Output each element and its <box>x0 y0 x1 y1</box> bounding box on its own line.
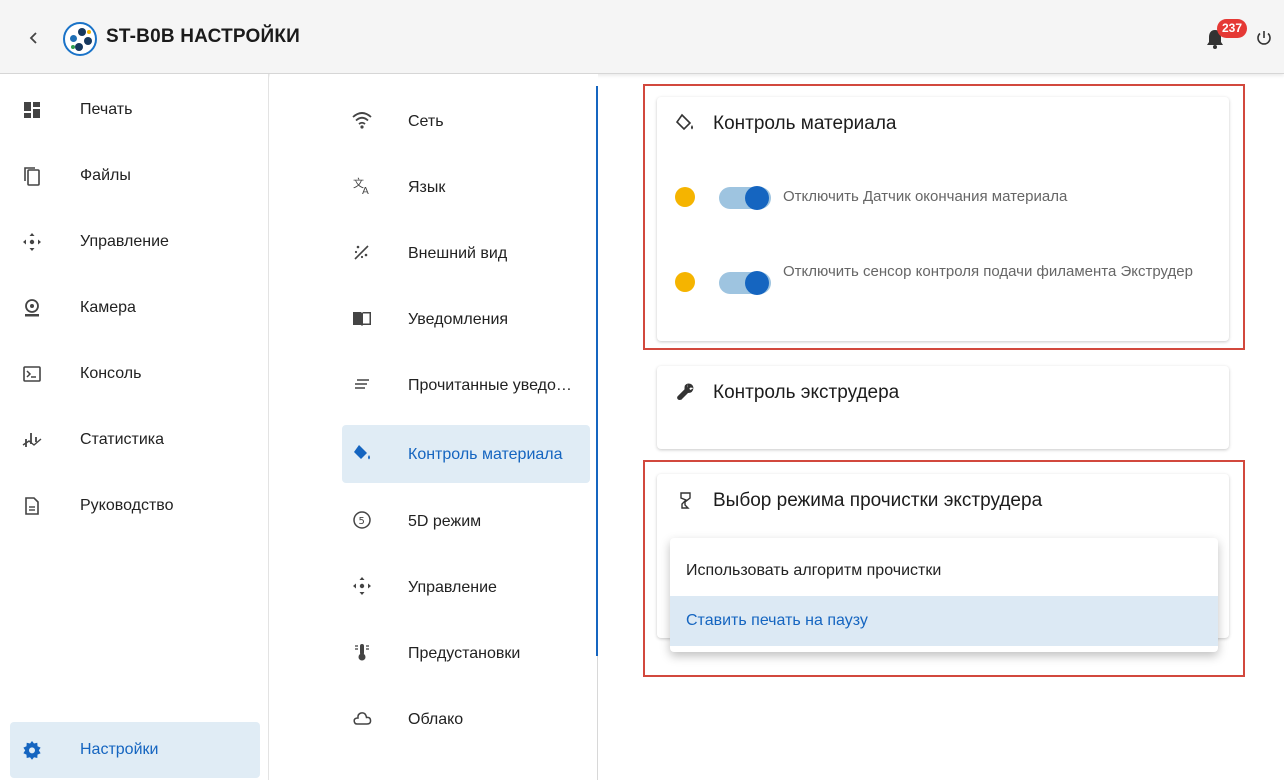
submenu-item-language[interactable]: 文 A Язык <box>342 158 590 216</box>
purge-mode-dropdown: Использовать алгоритм прочистки Ставить … <box>670 538 1218 652</box>
wifi-icon <box>352 112 372 129</box>
power-icon <box>1257 31 1271 45</box>
submenu-scrollbar[interactable] <box>596 86 598 656</box>
card-title: Контроль экструдера <box>713 382 900 403</box>
submenu-label: Прочитанные уведомления <box>408 377 580 394</box>
nav-label: Настройки <box>80 741 159 758</box>
submenu-label: Управление <box>408 579 497 596</box>
move-arrows-icon <box>23 233 41 251</box>
nav-label: Управление <box>80 233 169 250</box>
chevron-left-icon <box>29 32 37 44</box>
submenu-item-cloud[interactable]: Облако <box>342 690 590 748</box>
book-icon <box>353 312 371 326</box>
settings-submenu: Сеть 文 A Язык Внешний вид Уведомления Пр… <box>270 74 598 780</box>
paint-bucket-icon <box>354 445 370 460</box>
nav-item-settings[interactable]: Настройки <box>10 722 260 778</box>
switch-knob[interactable] <box>745 271 769 295</box>
list-icon <box>355 379 369 389</box>
submenu-label: 5D режим <box>408 513 482 530</box>
dashboard-icon <box>24 102 40 118</box>
number-five-icon: 5 <box>353 511 371 529</box>
material-control-card: Контроль материала Отключить Датчик окон… <box>657 97 1229 341</box>
nav-item-guide[interactable]: Руководство <box>10 478 260 534</box>
gear-icon <box>23 741 41 760</box>
submenu-label: Язык <box>408 179 446 196</box>
files-icon <box>24 167 40 186</box>
submenu-label: Сеть <box>408 113 444 130</box>
option-label: Ставить печать на паузу <box>686 612 868 629</box>
submenu-item-material-control[interactable]: Контроль материала <box>342 425 590 483</box>
submenu-label: Уведомления <box>408 311 509 328</box>
submenu-item-control[interactable]: Управление <box>342 558 590 616</box>
nav-label: Консоль <box>80 365 142 382</box>
cloud-icon <box>353 712 372 725</box>
svg-text:5: 5 <box>359 516 365 527</box>
move-arrows-icon <box>353 577 371 595</box>
submenu-item-network[interactable]: Сеть <box>342 92 590 150</box>
app-title: ST-B0B НАСТРОЙКИ <box>106 26 300 47</box>
submenu-item-appearance[interactable]: Внешний вид <box>342 224 590 282</box>
submenu-item-5d-mode[interactable]: 5 5D режим <box>342 492 590 550</box>
card-title: Выбор режима прочистки экструдера <box>713 490 1043 511</box>
status-dot <box>675 272 695 292</box>
nav-item-files[interactable]: Файлы <box>10 148 260 204</box>
submenu-label: Облако <box>408 711 464 728</box>
thermometer-icon <box>355 644 369 661</box>
chart-icon <box>22 433 42 447</box>
nav-label: Руководство <box>80 497 174 514</box>
submenu-label: Внешний вид <box>408 245 508 262</box>
app-header: ST-B0B НАСТРОЙКИ 237 <box>0 0 1284 74</box>
nav-item-statistics[interactable]: Статистика <box>10 412 260 468</box>
submenu-divider <box>597 656 598 780</box>
nav-label: Статистика <box>80 431 165 448</box>
svg-text:A: A <box>362 186 369 196</box>
wrench-icon <box>677 383 694 400</box>
submenu-item-presets[interactable]: Предустановки <box>342 624 590 682</box>
theme-icon <box>354 245 369 260</box>
extruder-control-card: Контроль экструдера <box>657 366 1229 449</box>
status-dot <box>675 187 695 207</box>
card-title: Контроль материала <box>713 113 897 134</box>
power-button[interactable] <box>1255 29 1273 47</box>
submenu-item-notifications[interactable]: Уведомления <box>342 290 590 348</box>
submenu-item-read-notifications[interactable]: Прочитанные уведомления <box>342 356 590 414</box>
document-icon <box>25 497 39 515</box>
nav-item-camera[interactable]: Камера <box>10 280 260 336</box>
nav-item-control[interactable]: Управление <box>10 214 260 270</box>
nav-item-print[interactable]: Печать <box>10 82 260 138</box>
nav-item-console[interactable]: Консоль <box>10 346 260 402</box>
toggle-label: Отключить Датчик окончания материала <box>783 188 1068 205</box>
nav-label: Файлы <box>80 167 131 184</box>
back-button[interactable] <box>24 27 44 49</box>
dropdown-option-pause-print[interactable]: Ставить печать на паузу <box>670 596 1218 646</box>
main-navigation: Печать Файлы Управление Камера Консоль С… <box>0 74 269 780</box>
submenu-label: Контроль материала <box>408 446 563 463</box>
nav-label: Печать <box>80 101 133 118</box>
submenu-label: Предустановки <box>408 645 521 662</box>
app-logo <box>63 22 97 56</box>
paint-bucket-icon <box>675 113 693 131</box>
translate-icon: 文 A <box>353 176 369 196</box>
toggle-label: Отключить сенсор контроля подачи филамен… <box>783 263 1193 280</box>
notification-badge: 237 <box>1217 19 1247 38</box>
dropdown-option-purge-algorithm[interactable]: Использовать алгоритм прочистки <box>670 546 1218 596</box>
nav-label: Камера <box>80 299 136 316</box>
webcam-icon <box>25 299 39 317</box>
console-icon <box>23 366 41 382</box>
option-label: Использовать алгоритм прочистки <box>686 562 942 579</box>
switch-knob[interactable] <box>745 186 769 210</box>
fan-icon <box>680 492 691 509</box>
